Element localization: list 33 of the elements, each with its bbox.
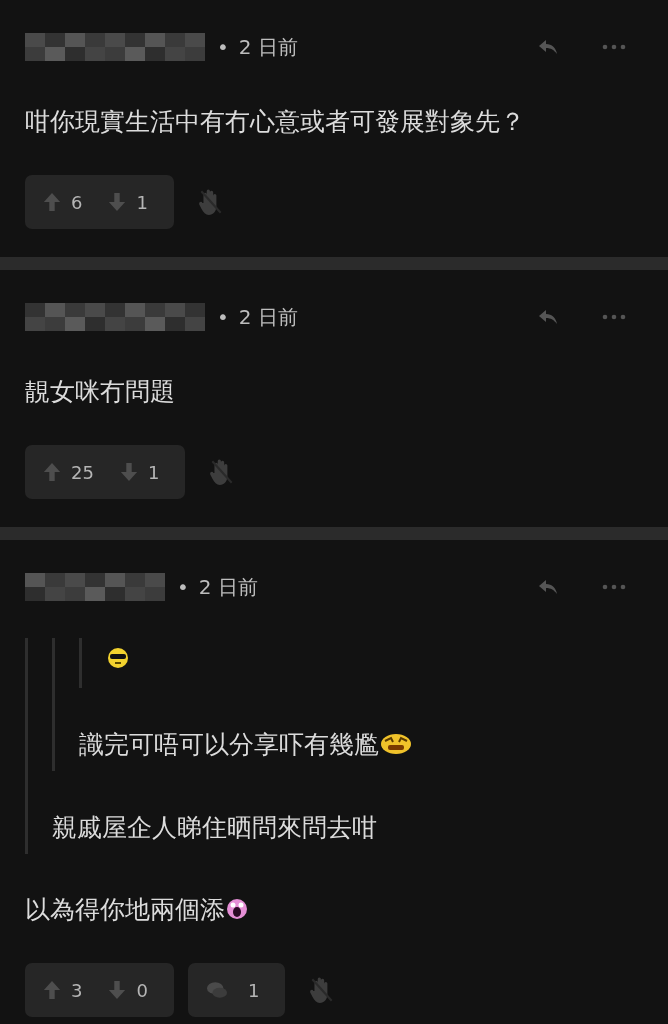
bullet-separator: • <box>217 35 229 59</box>
comment-text: 靚女咪冇問題 <box>25 375 175 408</box>
downvote-arrow-icon[interactable] <box>108 980 127 1000</box>
bullet-separator: • <box>177 575 189 599</box>
bullet-separator: • <box>217 305 229 329</box>
upvote-count: 3 <box>71 979 83 1001</box>
reply-count: 1 <box>247 979 260 1001</box>
post-time: 2 日前 <box>238 33 298 61</box>
more-options-icon[interactable] <box>602 43 626 51</box>
more-options-icon[interactable] <box>602 583 626 591</box>
speech-bubbles-icon <box>205 980 228 1000</box>
sunglasses-emoji-icon <box>106 646 130 670</box>
upvote-count: 25 <box>71 461 94 483</box>
upvote-arrow-icon[interactable] <box>43 462 61 482</box>
upvote-arrow-icon[interactable] <box>43 980 61 1000</box>
upvote-count: 6 <box>71 191 83 213</box>
more-options-icon[interactable] <box>602 313 626 321</box>
waving-hand-icon[interactable] <box>197 188 224 216</box>
post-time: 2 日前 <box>198 573 258 601</box>
downvote-count: 1 <box>147 461 160 483</box>
post-time: 2 日前 <box>238 303 298 331</box>
comment-text: 以為得你地兩個添 <box>25 893 225 926</box>
downvote-count: 1 <box>136 191 148 213</box>
downvote-arrow-icon[interactable] <box>119 462 138 482</box>
comment-text: 咁你現實生活中有冇心意或者可發展對象先？ <box>25 105 525 138</box>
replies-button[interactable]: 1 <box>187 963 286 1017</box>
comment-text: 親戚屋企人睇住晒問來問去咁 <box>52 811 377 844</box>
downvote-arrow-icon[interactable] <box>108 192 127 212</box>
comment-text: 識完可唔可以分享吓有幾尷 <box>79 728 379 761</box>
shocked-emoji-icon <box>225 897 249 921</box>
awkward-emoji-icon <box>379 732 413 756</box>
downvote-count: 0 <box>136 979 148 1001</box>
upvote-arrow-icon[interactable] <box>43 192 61 212</box>
